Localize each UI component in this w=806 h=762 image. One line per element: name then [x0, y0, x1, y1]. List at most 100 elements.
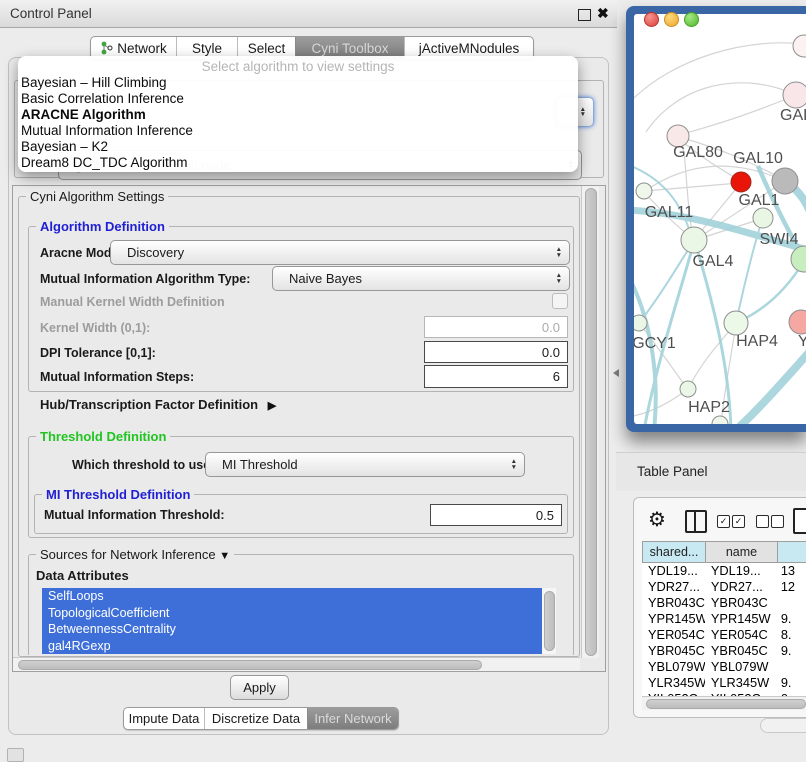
table-cell: YER054C	[642, 627, 705, 643]
table-row[interactable]: YBR045CYBR045C9.	[642, 643, 806, 659]
scrollbar-thumb[interactable]	[585, 188, 597, 656]
minimize-traffic-light[interactable]	[664, 12, 679, 27]
unchecked-box-icon[interactable]	[756, 515, 769, 528]
mi-type-label: Mutual Information Algorithm Type:	[40, 272, 250, 286]
manual-kernel-label: Manual Kernel Width Definition	[40, 295, 225, 309]
scrollbar-thumb[interactable]	[544, 591, 555, 651]
collapsed-arrow-icon: ▶	[268, 399, 276, 412]
window-corner	[760, 718, 806, 733]
column-header-shared-name[interactable]: shared...	[642, 541, 706, 563]
float-window-icon[interactable]	[578, 9, 591, 21]
hub-section-toggle[interactable]: Hub/Transcription Factor Definition ▶	[40, 397, 276, 412]
algorithm-option[interactable]: Dream8 DC_TDC Algorithm	[21, 155, 575, 171]
algorithm-option[interactable]: Mutual Information Inference	[21, 123, 575, 139]
close-traffic-light[interactable]	[644, 12, 659, 27]
table-cell: 9.	[777, 643, 806, 659]
network-node[interactable]	[636, 183, 652, 199]
gear-icon[interactable]: ⚙	[648, 507, 666, 532]
network-node[interactable]	[753, 208, 773, 228]
sources-toggle[interactable]: Sources for Network Inference ▼	[36, 547, 234, 562]
network-node[interactable]	[712, 416, 728, 424]
table-cell: 13	[777, 563, 806, 579]
network-node[interactable]	[724, 311, 748, 335]
dropdown-prompt: Select algorithm to view settings	[18, 59, 578, 74]
table-panel-titlebar: Table Panel	[616, 452, 806, 491]
algorithm-option[interactable]: Bayesian – Hill Climbing	[21, 75, 575, 91]
column-header-name[interactable]: name	[705, 541, 778, 563]
zoom-traffic-light[interactable]	[684, 12, 699, 27]
tab-impute-data[interactable]: Impute Data	[124, 708, 204, 729]
close-icon[interactable]: ✖	[597, 5, 609, 22]
node-label: Y	[798, 333, 806, 350]
mi-threshold-field[interactable]: 0.5	[430, 504, 562, 526]
apply-button[interactable]: Apply	[230, 675, 289, 700]
table-row[interactable]: YPR145WYPR145W9.	[642, 611, 806, 627]
aracne-mode-select[interactable]: Discovery ▲▼	[110, 240, 570, 265]
kernel-width-label: Kernel Width (0,1):	[40, 321, 150, 335]
attribute-list-item[interactable]: SelfLoops	[42, 588, 556, 605]
algorithm-option[interactable]: Bayesian – K2	[21, 139, 575, 155]
attributes-scrollbar[interactable]	[542, 588, 556, 654]
splitter-collapse-arrow[interactable]	[613, 369, 619, 377]
tab-infer-network[interactable]: Infer Network	[307, 708, 398, 729]
scrollbar-thumb[interactable]	[18, 660, 482, 670]
kernel-width-field[interactable]: 0.0	[424, 316, 568, 338]
network-graph: GALGAL80GAL10GAL11GAL1SWI4GAL4GCY1HAP4YH…	[634, 14, 806, 424]
network-node[interactable]	[793, 35, 806, 57]
checked-box-icon[interactable]: ✓	[732, 515, 745, 528]
table-cell: 8.	[777, 627, 806, 643]
network-node[interactable]	[680, 381, 696, 397]
node-label: GAL4	[693, 253, 734, 270]
table-rows[interactable]: YDL19...YDL19...13YDR27...YDR27...12YBR0…	[642, 563, 806, 697]
table-cell: YPR145W	[642, 611, 705, 627]
collapsed-panel-icon[interactable]	[7, 748, 24, 762]
which-threshold-select[interactable]: MI Threshold ▲▼	[205, 452, 525, 477]
split-columns-icon[interactable]	[685, 510, 707, 533]
table-row[interactable]: YDL19...YDL19...13	[642, 563, 806, 579]
manual-kernel-checkbox[interactable]	[552, 293, 568, 309]
network-node[interactable]	[772, 168, 798, 194]
tab-discretize-data[interactable]: Discretize Data	[204, 708, 307, 729]
attribute-list-item[interactable]: gal4RGexp	[42, 638, 556, 655]
settings-vertical-scrollbar[interactable]	[581, 186, 599, 658]
document-icon[interactable]	[793, 508, 806, 534]
node-label: HAP2	[688, 399, 730, 416]
checked-box-icon[interactable]: ✓	[717, 515, 730, 528]
stepper-icon: ▲▼	[511, 459, 517, 470]
scrollbar-thumb[interactable]	[646, 699, 806, 709]
table-cell: YDL19...	[642, 563, 705, 579]
dpi-tolerance-field[interactable]: 0.0	[424, 341, 568, 363]
algorithm-option[interactable]: Basic Correlation Inference	[21, 91, 575, 107]
table-row[interactable]: YDR27...YDR27...12	[642, 579, 806, 595]
data-attributes-list[interactable]: SelfLoopsTopologicalCoefficientBetweenne…	[42, 588, 556, 654]
mi-steps-field[interactable]: 6	[424, 365, 568, 388]
attribute-list-item[interactable]: BetweennessCentrality	[42, 621, 556, 638]
table-row[interactable]: YBR043CYBR043C	[642, 595, 806, 611]
algorithm-dropdown-popup: Select algorithm to view settings Bayesi…	[18, 56, 578, 172]
group-title: Threshold Definition	[36, 429, 170, 444]
table-row[interactable]: YER054CYER054C8.	[642, 627, 806, 643]
network-node[interactable]	[731, 172, 751, 192]
table-panel-window: ⚙ ✓ ✓ shared... name YDL19...YDL19...13Y…	[633, 497, 806, 718]
table-horizontal-scrollbar[interactable]	[642, 696, 806, 710]
network-node[interactable]	[783, 82, 806, 108]
table-row[interactable]: YLR345WYLR345W9.	[642, 675, 806, 691]
table-row[interactable]: YBL079WYBL079W	[642, 659, 806, 675]
table-cell: YBR043C	[705, 595, 777, 611]
network-node[interactable]	[681, 227, 707, 253]
network-node[interactable]	[634, 315, 647, 331]
group-title: Cyni Algorithm Settings	[26, 189, 168, 204]
network-node[interactable]	[791, 246, 806, 272]
column-header-partial[interactable]	[777, 541, 806, 563]
table-cell: 9.	[777, 611, 806, 627]
settings-horizontal-scrollbar[interactable]	[13, 657, 580, 671]
mi-algorithm-type-select[interactable]: Naive Bayes ▲▼	[272, 266, 570, 291]
network-node[interactable]	[789, 310, 806, 334]
network-canvas[interactable]: GALGAL80GAL10GAL11GAL1SWI4GAL4GCY1HAP4YH…	[634, 14, 806, 424]
table-cell: YBR045C	[642, 643, 705, 659]
attribute-list-item[interactable]: TopologicalCoefficient	[42, 605, 556, 622]
algorithm-option[interactable]: ARACNE Algorithm	[21, 107, 575, 123]
unchecked-box-icon[interactable]	[771, 515, 784, 528]
table-cell	[777, 595, 806, 611]
table-cell: YDR27...	[705, 579, 777, 595]
